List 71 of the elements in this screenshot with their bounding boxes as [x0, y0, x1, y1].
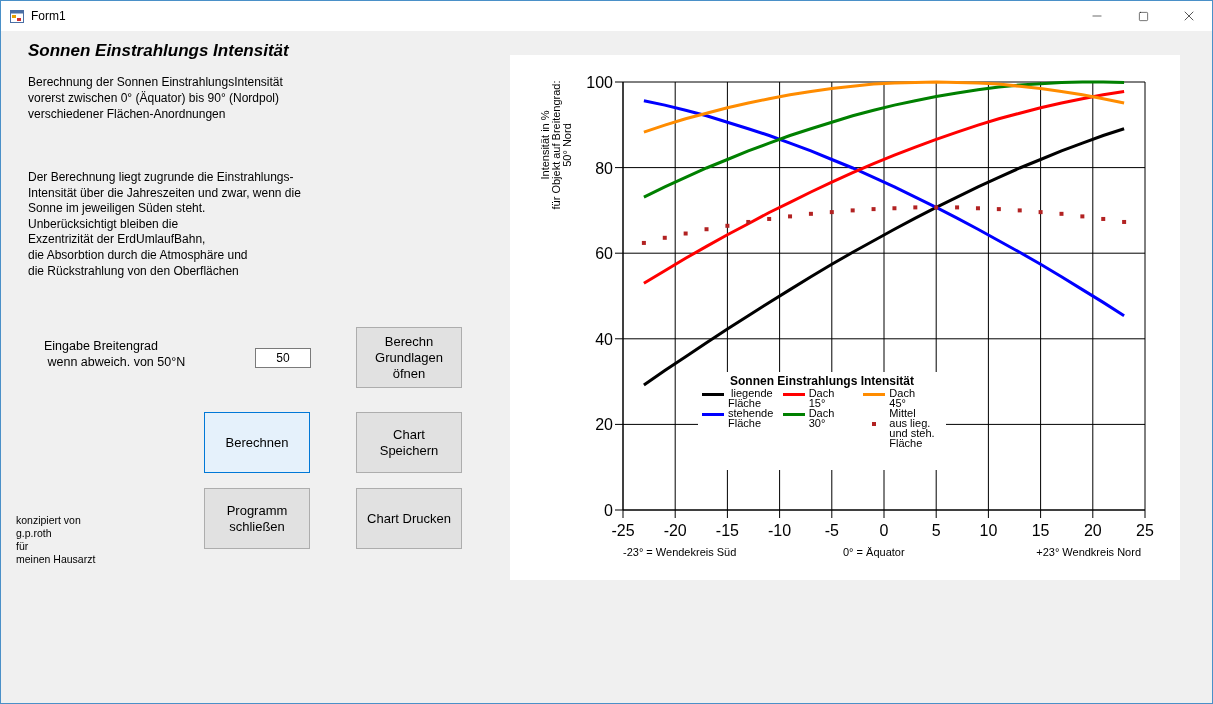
point — [829, 210, 834, 215]
y-tick-label: 80 — [595, 159, 613, 177]
form-button[interactable]: Berechn Grundlagen öfnen — [356, 327, 462, 389]
y-tick-label: 40 — [595, 330, 613, 348]
point — [641, 240, 646, 245]
x-tick-label: 15 — [1031, 522, 1050, 539]
intro-text: Berechnung der Sonnen EinstrahlungsIntensität vorerst zwischen 0° (Äquator) bis 90° (Nordpol) verschiedener Flächen-Anordnungen — [28, 74, 284, 122]
y-tick-label: 100 — [586, 74, 613, 91]
y-tick-label: 0 — [604, 502, 613, 519]
legend-label: Mittel aus lieg. und steh. Fläche — [889, 408, 935, 448]
x-tick-label: 0 — [879, 522, 889, 539]
chart-note: 0° = Äquator — [843, 546, 905, 558]
form-icon — [10, 9, 24, 23]
credits-text: konzipiert von g.p.roth für meinen Hausarzt — [16, 514, 97, 567]
legend-line-icon — [782, 413, 805, 416]
form-button[interactable]: Berechnen — [204, 412, 310, 474]
point — [1101, 216, 1106, 221]
form-button[interactable]: Chart Speichern — [356, 412, 462, 474]
legend-marker-icon — [872, 422, 877, 426]
point — [788, 214, 793, 219]
point — [704, 227, 709, 232]
point — [850, 208, 855, 213]
point — [1122, 219, 1127, 224]
legend-line-icon — [702, 413, 724, 416]
x-tick-label: 5 — [931, 522, 941, 539]
point — [1059, 211, 1064, 216]
point — [892, 206, 897, 211]
legend-title: Sonnen Einstrahlungs Intensität — [729, 374, 915, 388]
point — [662, 235, 667, 240]
legend-label: Dach 45° — [889, 388, 915, 408]
point — [975, 206, 980, 211]
description-text: Der Berechnung liegt zugrunde die Einstrahlungs- Intensität über die Jahreszeiten und zwar, wenn die Sonne im jeweiligen Süden steht. Unberücksichtigt bleiben die Exzentrizität der ErdUmlaufBahn, die Absorbtion durch die Atmosphäre und die Rückstrahlung von den Oberflächen — [28, 170, 302, 280]
maximize-icon — [1137, 10, 1149, 22]
point — [725, 223, 730, 228]
form-button[interactable]: Programm schließen — [204, 488, 310, 550]
x-tick-label: -25 — [611, 522, 635, 539]
window-title: Form1 — [31, 8, 66, 25]
chart-note: -23° = Wendekreis Süd — [623, 546, 737, 558]
point — [913, 205, 918, 210]
legend-line-icon — [702, 393, 724, 396]
point — [683, 231, 688, 236]
latitude-input[interactable]: 50 — [255, 348, 311, 369]
x-tick-label: -10 — [768, 522, 792, 539]
point — [808, 211, 813, 216]
legend-label: Dach 15° — [808, 388, 835, 408]
y-axis-title: Intensität in % für Objekt auf Breitengrad: 50° Nord — [539, 80, 573, 210]
point — [996, 207, 1001, 212]
point — [871, 207, 876, 212]
point — [1017, 208, 1022, 213]
form-button[interactable]: Chart Drucken — [356, 488, 462, 550]
legend-line-icon — [863, 393, 886, 396]
heading: Sonnen Einstrahlungs Intensität — [28, 41, 290, 61]
point — [1038, 210, 1043, 215]
legend-label: Dach 30° — [808, 408, 835, 428]
x-tick-label: 20 — [1083, 522, 1102, 539]
x-tick-label: -5 — [824, 522, 839, 539]
x-tick-label: -15 — [715, 522, 739, 539]
point — [767, 216, 772, 221]
y-tick-label: 60 — [595, 245, 613, 263]
x-tick-label: 25 — [1136, 522, 1154, 539]
chart-note: +23° Wendkreis Nord — [1036, 546, 1141, 558]
latitude-label: Eingabe Breitengrad wenn abweich. von 50°N — [44, 338, 187, 371]
point — [1080, 214, 1085, 219]
point — [955, 205, 960, 210]
x-tick-label: 10 — [979, 522, 998, 539]
y-tick-label: 20 — [595, 416, 613, 434]
point — [746, 219, 751, 224]
x-tick-label: -20 — [663, 522, 687, 539]
legend-line-icon — [782, 393, 805, 396]
legend-label: stehende Fläche — [728, 408, 774, 428]
point — [934, 205, 939, 210]
